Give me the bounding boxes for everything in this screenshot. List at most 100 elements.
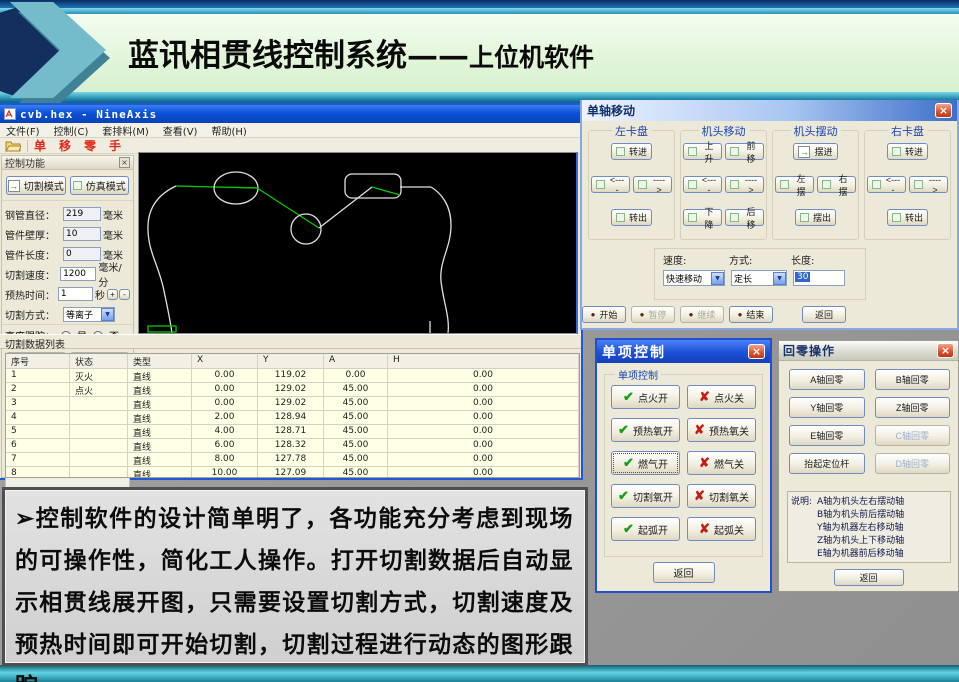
axis-move-button[interactable]: → 转进 [887, 143, 928, 160]
zero-axis-button[interactable]: Z轴回零 [875, 397, 951, 418]
parameter-row: 管件壁厚： 10 毫米 + - [5, 224, 130, 244]
zero-axis-button[interactable]: C轴回零 [875, 425, 951, 446]
axis-move-button[interactable]: → 左摆 [775, 176, 814, 193]
axis-move-button[interactable]: → 后移 [725, 209, 764, 226]
speed-select[interactable]: 快速移动 ▼ [663, 270, 725, 286]
checkbox-icon [688, 213, 697, 222]
table-row[interactable]: 7 直线 8.00 127.78 45.00 0.00 [6, 453, 579, 467]
zero-axis-button[interactable]: 抬起定位杆 [789, 453, 865, 474]
zero-axis-button[interactable]: E轴回零 [789, 425, 865, 446]
sim-mode-button[interactable]: 仿真模式 [70, 176, 130, 195]
axis-move-button[interactable]: → 前移 [725, 143, 764, 160]
close-icon[interactable]: × [935, 103, 952, 118]
cut-data-table[interactable]: 序号 状态 类型 X Y A H 1 [5, 353, 580, 478]
axis-move-button[interactable]: → 上升 [683, 143, 722, 160]
table-row[interactable]: 2 点火 直线 0.00 129.02 45.00 0.00 [6, 383, 579, 397]
zero-axis-button[interactable]: Y轴回零 [789, 397, 865, 418]
decrement-button[interactable]: - [119, 289, 130, 300]
axis-move-button[interactable]: → 转进 [611, 143, 652, 160]
switch-off-button[interactable]: ✘ 点火关 [687, 385, 756, 409]
single-control-titlebar[interactable]: 单项控制 × [597, 340, 770, 363]
switch-on-button[interactable]: ✔ 切割氧开 [611, 484, 680, 508]
axis-action-button[interactable]: ● 继续 [680, 306, 724, 323]
axis-move-button[interactable]: → <---- [867, 176, 906, 193]
switch-on-button[interactable]: ✔ 起弧开 [611, 517, 680, 541]
cut-mode-button[interactable]: → 切割模式 [6, 176, 66, 195]
unfold-drawing-canvas[interactable] [138, 152, 578, 334]
chevron-down-icon[interactable]: ▼ [101, 308, 114, 321]
table-row[interactable]: 8 直线 10.00 127.09 45.00 0.00 [6, 467, 579, 478]
field-input[interactable]: 1200 [60, 267, 96, 281]
switch-off-button[interactable]: ✘ 预热氧关 [687, 418, 756, 442]
switch-on-button[interactable]: ✔ 预热氧开 [611, 418, 680, 442]
close-icon[interactable]: × [937, 343, 954, 358]
return-button[interactable]: 返回 [653, 562, 715, 583]
panel-close-icon[interactable]: × [119, 157, 130, 168]
axis-move-button[interactable]: → 摆进 [793, 143, 837, 160]
field-input[interactable]: 219 [63, 207, 101, 221]
toolbar-separator [27, 140, 28, 152]
axis-action-button[interactable]: ● 暂停 [631, 306, 675, 323]
mode-select[interactable]: 定长 ▼ [731, 270, 787, 286]
zero-axis-button[interactable]: A轴回零 [789, 369, 865, 390]
zero-dialog-titlebar[interactable]: 回零操作 × [779, 341, 958, 361]
field-input[interactable]: 1 [58, 287, 93, 301]
axis-move-button[interactable]: → 摆出 [795, 209, 836, 226]
axis-move-button[interactable]: → 转出 [887, 209, 928, 226]
return-button[interactable]: 返回 [834, 569, 904, 586]
switch-on-button[interactable]: ✔ 点火开 [611, 385, 680, 409]
field-input[interactable]: 10 [63, 227, 101, 241]
axis-action-button[interactable]: ● 开始 [582, 306, 626, 323]
zero-axis-button[interactable]: B轴回零 [875, 369, 951, 390]
menu-item[interactable]: 查看(V) [163, 123, 198, 138]
field-label: 钢管直径： [5, 207, 61, 222]
open-file-icon[interactable] [5, 139, 21, 152]
axis-move-button[interactable]: → <---- [591, 176, 630, 193]
axis-move-button[interactable]: → ----> [725, 176, 764, 193]
axis-action-button[interactable]: ● 结束 [729, 306, 773, 323]
button-row: → 转出 [867, 209, 948, 226]
table-row[interactable]: 4 直线 2.00 128.94 45.00 0.00 [6, 411, 579, 425]
axis-move-button[interactable]: → <---- [683, 176, 722, 193]
axis-move-button[interactable]: → 右摆 [817, 176, 856, 193]
switch-row: ✔ 点火开 ✘ 点火关 [611, 385, 756, 409]
table-row[interactable]: 5 直线 4.00 128.71 45.00 0.00 [6, 425, 579, 439]
table-row[interactable]: 3 直线 0.00 129.02 45.00 0.00 [6, 397, 579, 411]
return-button[interactable]: 返回 [802, 306, 846, 323]
switch-on-button[interactable]: ✔ 燃气开 [611, 451, 680, 475]
slide-title-main: 蓝讯相贯线控制系统—— [128, 38, 469, 74]
zero-axis-button[interactable]: D轴回零 [875, 453, 951, 474]
axis-move-button[interactable]: → 转出 [611, 209, 652, 226]
axis-dialog-titlebar[interactable]: 单轴移动 × [582, 100, 957, 121]
length-input[interactable]: 30 [793, 270, 845, 286]
main-window-titlebar[interactable]: cvb.hex - NineAxis [0, 105, 581, 123]
menu-item[interactable]: 套排料(M) [102, 123, 148, 138]
button-row: → 转进 [591, 143, 672, 160]
mode-value: 定长 [734, 272, 752, 285]
switch-off-button[interactable]: ✘ 燃气关 [687, 451, 756, 475]
axis-move-button[interactable]: → ----> [909, 176, 948, 193]
toolbar-mode-button[interactable]: 移 [59, 137, 71, 154]
button-row: → <---- → ----> [683, 176, 764, 193]
menu-item[interactable]: 帮助(H) [211, 123, 246, 138]
menu-item[interactable]: 控制(C) [54, 123, 89, 138]
switch-off-button[interactable]: ✘ 切割氧关 [687, 484, 756, 508]
toolbar-mode-button[interactable]: 单 [34, 137, 46, 154]
chevron-down-icon[interactable]: ▼ [773, 272, 786, 285]
chevron-down-icon[interactable]: ▼ [711, 272, 724, 285]
toolbar-mode-button[interactable]: 零 [84, 137, 96, 154]
table-row[interactable]: 1 灭火 直线 0.00 119.02 0.00 0.00 [6, 369, 579, 383]
cut-method-select[interactable]: 等离子 ▼ [63, 307, 115, 322]
axis-move-button[interactable]: → 下降 [683, 209, 722, 226]
toolbar-mode-buttons: 单 移 零 手 [34, 137, 121, 154]
axis-move-button[interactable]: → ----> [633, 176, 672, 193]
toolbar-mode-button[interactable]: 手 [109, 137, 121, 154]
switch-off-label: 切割氧关 [709, 489, 749, 504]
close-icon[interactable]: × [748, 344, 765, 359]
axis-move-button-label: 转进 [905, 145, 923, 158]
table-row[interactable]: 6 直线 6.00 128.32 45.00 0.00 [6, 439, 579, 453]
menu-item[interactable]: 文件(F) [6, 123, 40, 138]
increment-button[interactable]: + [107, 289, 118, 300]
field-input[interactable]: 0 [63, 247, 101, 261]
switch-off-button[interactable]: ✘ 起弧关 [687, 517, 756, 541]
